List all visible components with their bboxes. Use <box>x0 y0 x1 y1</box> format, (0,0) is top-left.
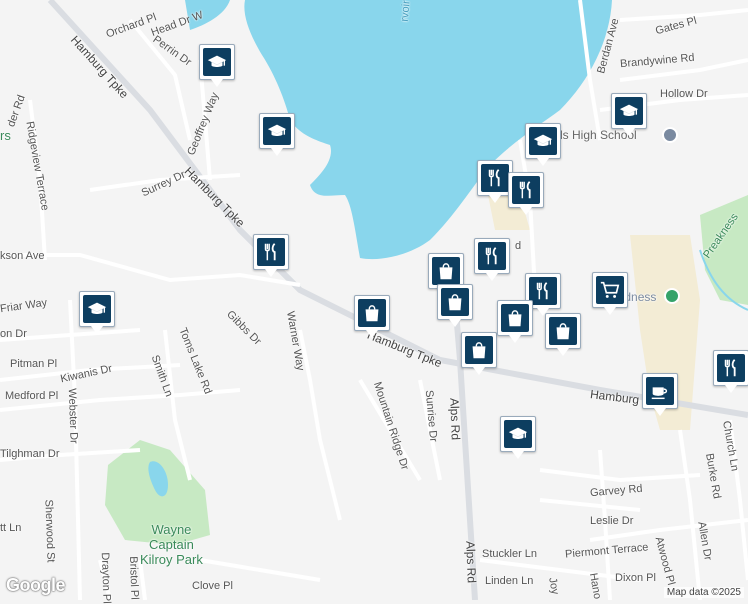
label-rd-fragment: d <box>515 240 522 252</box>
restaurant-marker[interactable] <box>508 172 544 215</box>
restaurant-marker[interactable] <box>253 234 289 277</box>
school-marker[interactable] <box>79 291 115 334</box>
restaurant-icon <box>529 277 557 305</box>
label-alps-rd-n: Alps Rd <box>447 397 463 441</box>
school-icon <box>504 420 532 448</box>
label-clove-pl: Clove Pl <box>192 580 233 592</box>
restaurant-marker[interactable] <box>474 238 510 281</box>
label-tt-ln: tt Ln <box>0 522 22 534</box>
school-icon <box>83 295 111 323</box>
school-marker[interactable] <box>259 113 295 156</box>
label-sherwood-st: Sherwood St <box>42 499 57 563</box>
cafe-marker[interactable] <box>642 373 678 416</box>
shopping-marker[interactable] <box>497 300 533 343</box>
school-marker[interactable] <box>525 123 561 166</box>
shopping-bag-icon <box>441 288 469 316</box>
label-pitman-pl: Pitman Pl <box>10 358 58 370</box>
restaurant-icon <box>481 164 509 192</box>
shopping-bag-icon <box>358 299 386 327</box>
label-park: Wayne Captain Kilroy Park <box>140 522 203 567</box>
grocery-marker[interactable] <box>592 272 628 315</box>
shopping-bag-icon <box>465 336 493 364</box>
school-marker[interactable] <box>611 93 647 136</box>
label-stuckler-ln: Stuckler Ln <box>482 548 538 560</box>
label-alps-rd-s: Alps Rd <box>463 540 479 584</box>
grocery-cart-icon <box>596 276 624 304</box>
shopping-bag-icon <box>432 257 460 285</box>
restaurant-icon <box>478 242 506 270</box>
shopping-marker[interactable] <box>461 332 497 375</box>
school-marker[interactable] <box>199 44 235 87</box>
label-tilghman-dr: Tilghman Dr <box>0 448 60 460</box>
school-icon <box>263 117 291 145</box>
label-jackson-ave: kson Ave <box>0 250 45 262</box>
restaurant-icon <box>717 354 745 382</box>
school-icon <box>529 127 557 155</box>
map-attribution[interactable]: Map data ©2025 <box>663 587 744 598</box>
label-reservoir: rvoir <box>398 0 413 23</box>
school-poi-dot[interactable] <box>662 127 678 143</box>
label-dixon-pl: Dixon Pl <box>615 572 656 584</box>
label-bristol-pl: Bristol Pl <box>126 556 141 600</box>
label-rs: rs <box>0 128 11 143</box>
school-icon <box>615 97 643 125</box>
shopping-bag-icon <box>549 317 577 345</box>
google-logo: Google <box>6 575 66 595</box>
label-leslie-dr: Leslie Dr <box>590 515 634 527</box>
label-on-dr: on Dr <box>0 328 27 340</box>
label-webster-dr: Webster Dr <box>65 388 80 444</box>
shopping-marker[interactable] <box>437 284 473 327</box>
restaurant-marker[interactable] <box>713 350 748 393</box>
restaurant-icon <box>512 176 540 204</box>
label-hollow-dr: Hollow Dr <box>660 88 708 100</box>
school-icon <box>203 48 231 76</box>
shopping-bag-icon <box>501 304 529 332</box>
label-linden-ln: Linden Ln <box>485 575 534 587</box>
label-drayton-pl: Drayton Pl <box>98 552 113 604</box>
store-poi-dot[interactable] <box>664 288 680 304</box>
label-medford-pl: Medford Pl <box>5 390 59 402</box>
school-marker[interactable] <box>500 416 536 459</box>
coffee-cup-icon <box>646 377 674 405</box>
shopping-marker[interactable] <box>545 313 581 356</box>
shopping-marker[interactable] <box>354 295 390 338</box>
restaurant-icon <box>257 238 285 266</box>
